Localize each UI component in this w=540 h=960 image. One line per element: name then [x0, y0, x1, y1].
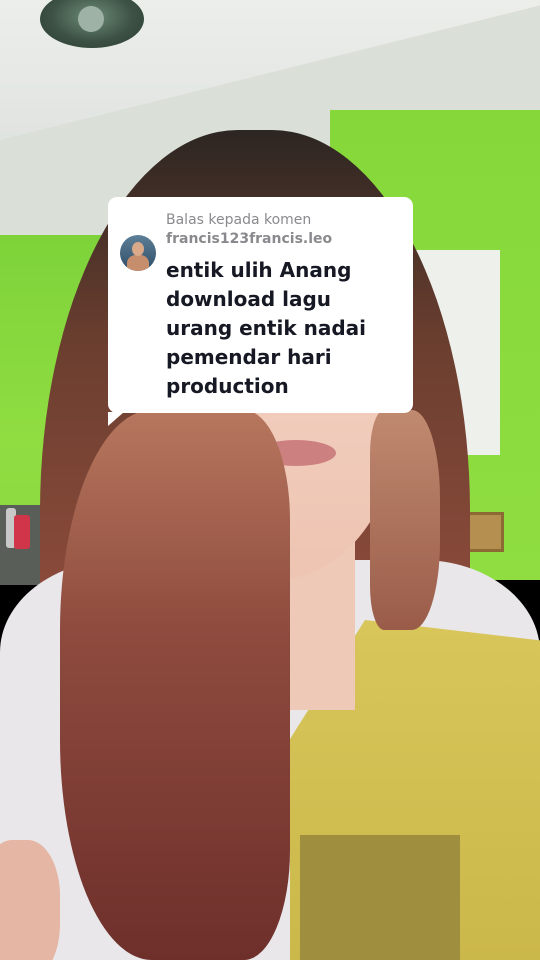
reply-header-label: Balas kepada komen	[166, 212, 312, 228]
bottle	[14, 515, 30, 549]
reply-username[interactable]: francis123francis.leo	[166, 230, 332, 249]
video-frame	[0, 0, 540, 960]
ceiling-fan-hub	[78, 6, 104, 32]
reply-comment-sticker[interactable]: Balas kepada komen francis123francis.leo…	[108, 197, 413, 426]
person-hair-front	[370, 410, 440, 630]
shirt-print	[300, 835, 460, 960]
user-avatar-icon[interactable]	[120, 235, 156, 271]
video-screen[interactable]: Balas kepada komen francis123francis.leo…	[0, 0, 540, 960]
avatar-body	[127, 255, 149, 271]
reply-comment-text: entik ulih Anang download lagu urang ent…	[166, 258, 366, 398]
person-hair-front	[60, 410, 290, 960]
person-hand	[0, 840, 60, 960]
avatar-head	[132, 242, 144, 256]
reply-header: Balas kepada komen francis123francis.leo	[166, 211, 332, 249]
